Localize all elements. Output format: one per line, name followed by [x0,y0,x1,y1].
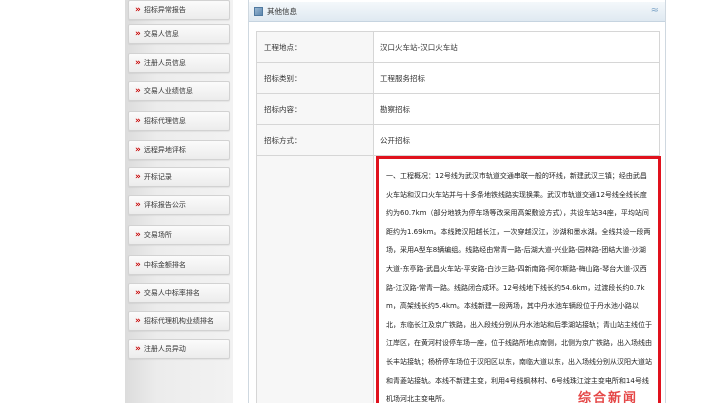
double-chevron-right-icon: » [135,115,141,126]
sidebar-item[interactable]: » 开标记录 [128,167,230,187]
sidebar-item[interactable]: » 招标代理机构业绩排名 [128,311,230,331]
collapse-icon[interactable]: ≈ [651,6,659,16]
sidebar-item[interactable]: » 中标金额排名 [128,255,230,275]
project-description-text: 一、工程概况：12号线为武汉市轨道交通串联一般的环线，新建武汉三镇；经由武昌火车… [386,172,652,403]
double-chevron-right-icon: » [135,4,141,15]
project-description-highlight: 一、工程概况：12号线为武汉市轨道交通串联一般的环线，新建武汉三镇；经由武昌火车… [376,156,661,403]
double-chevron-right-icon: » [135,343,141,354]
info-row-location: 工程地点： 汉口火车站-汉口火车站 [256,31,660,63]
double-chevron-right-icon: » [135,85,141,96]
double-chevron-right-icon: » [135,144,141,155]
double-chevron-right-icon: » [135,57,141,68]
category-label: 招标类别： [256,62,374,94]
sidebar-item-label: 交易人业绩信息 [143,87,193,95]
sidebar-item[interactable]: » 交易人信息 [128,24,230,44]
sidebar-item-label: 交易人信息 [143,30,179,38]
sidebar-item[interactable]: » 远程异地评标 [128,140,230,160]
method-label: 招标方式： [256,124,374,156]
sidebar-item[interactable]: » 评标报告公示 [128,195,230,215]
content-label: 招标内容： [256,93,374,125]
panel-header: 其他信息 ≈ [249,2,665,22]
watermark-logo: 综合新闻 [578,390,660,403]
sidebar-item-label: 注册人员信息 [143,59,186,67]
panel-header-icon [254,7,263,16]
content-value: 勘察招标 [373,93,660,125]
sidebar-item[interactable]: » 交易人中标率排名 [128,283,230,303]
sidebar-item-label: 远程异地评标 [143,146,186,154]
info-row-content: 招标内容： 勘察招标 [256,93,660,125]
sidebar-item-label: 注册人员异动 [143,345,186,353]
sidebar-item[interactable]: » 招标代理信息 [128,111,230,131]
description-label [256,155,374,403]
sidebar-item-label: 中标金额排名 [143,261,186,269]
sidebar-item[interactable]: » 交易人业绩信息 [128,81,230,101]
category-value: 工程服务招标 [373,62,660,94]
sidebar-item-label: 交易场所 [143,231,172,239]
method-value: 公开招标 [373,124,660,156]
panel-title: 其他信息 [267,7,297,16]
sidebar-item-label: 交易人中标率排名 [143,289,200,297]
sidebar-item-label: 招标代理信息 [143,117,186,125]
double-chevron-right-icon: » [135,229,141,240]
sidebar: » 招标异常报告» 交易人信息» 注册人员信息» 交易人业绩信息» 招标代理信息» 远程异地… [125,0,233,403]
location-label: 工程地点： [256,31,374,63]
sidebar-item-label: 评标报告公示 [143,201,186,209]
double-chevron-right-icon: » [135,199,141,210]
double-chevron-right-icon: » [135,287,141,298]
sidebar-item[interactable]: » 注册人员信息 [128,53,230,73]
double-chevron-right-icon: » [135,28,141,39]
double-chevron-right-icon: » [135,259,141,270]
sidebar-item-label: 招标异常报告 [143,6,186,14]
info-row-category: 招标类别： 工程服务招标 [256,62,660,94]
sidebar-item-label: 开标记录 [143,173,172,181]
watermark-text: 综合新闻 [578,391,639,403]
sidebar-item[interactable]: » 注册人员异动 [128,339,230,359]
sidebar-item[interactable]: » 交易场所 [128,225,230,245]
double-chevron-right-icon: » [135,315,141,326]
sidebar-item-label: 招标代理机构业绩排名 [143,317,214,325]
location-value: 汉口火车站-汉口火车站 [373,31,660,63]
sidebar-item[interactable]: » 招标异常报告 [128,0,230,20]
double-chevron-right-icon: » [135,171,141,182]
info-row-method: 招标方式： 公开招标 [256,124,660,156]
